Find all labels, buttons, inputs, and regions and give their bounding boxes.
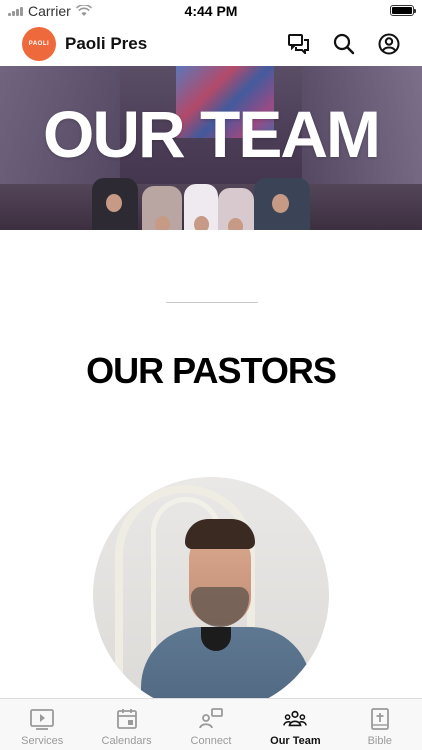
tab-label: Bible [367,735,393,747]
tab-connect[interactable]: Connect [169,699,253,750]
play-icon [30,707,55,731]
tab-services[interactable]: Services [0,699,84,750]
tab-label: Calendars [101,735,152,747]
status-time: 4:44 PM [184,3,238,19]
pastor-photo[interactable] [93,477,329,713]
tab-bar: Services Calendars Connect Our Team Bibl… [0,698,422,750]
header-actions [288,33,400,55]
tab-label: Services [21,735,64,747]
connect-icon [199,707,223,731]
search-icon[interactable] [333,33,355,55]
tab-bible[interactable]: Bible [338,699,422,750]
tab-calendars[interactable]: Calendars [84,699,168,750]
app-title: Paoli Pres [65,34,148,53]
tab-our-team[interactable]: Our Team [253,699,337,750]
tab-label: Connect [190,735,232,747]
profile-icon[interactable] [378,33,400,55]
battery-icon [390,5,416,16]
hero-title: OUR TEAM [43,97,381,171]
app-header: PAOLI Paoli Pres [0,22,422,66]
team-icon [283,707,308,731]
app-screen: Carrier 4:44 PM PAOLI Paoli Pres OUR TEA… [0,0,422,750]
bible-icon [368,707,392,731]
tab-label: Our Team [270,735,321,747]
hero-banner: OUR TEAM [0,66,422,230]
calendar-icon [115,707,139,731]
section-title: OUR PASTORS [86,350,337,391]
section-divider [166,302,258,303]
app-logo[interactable]: PAOLI [22,27,56,61]
chat-icon[interactable] [288,33,310,55]
status-bar: Carrier 4:44 PM [0,0,422,22]
